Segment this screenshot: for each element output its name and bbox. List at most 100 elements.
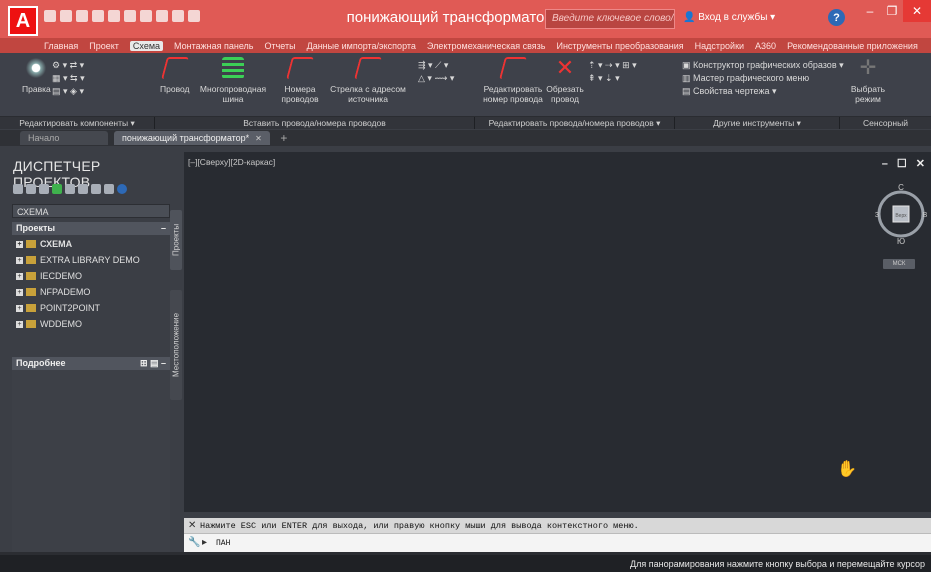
panel-other-tools[interactable]: Другие инструменты ▾: [675, 117, 840, 129]
expand-icon[interactable]: +: [16, 240, 23, 248]
new-icon[interactable]: [44, 10, 56, 22]
viewcube-face[interactable]: Верх: [895, 213, 907, 219]
icon-wizard-item[interactable]: ▥ Мастер графического меню: [682, 72, 844, 85]
wire-edit-tools-row1[interactable]: ⇡ ▾ ⇢ ▾ ⊞ ▾: [588, 59, 637, 72]
panel-edit-components[interactable]: Редактировать компоненты ▾: [0, 117, 155, 129]
tab-panel[interactable]: Монтажная панель: [174, 41, 253, 51]
signin-button[interactable]: 👤 Вход в службы ▾: [683, 12, 775, 23]
app-logo-icon[interactable]: A: [8, 6, 38, 36]
trim-wire-button[interactable]: ✕ Обрезать провод: [540, 57, 590, 105]
forward-icon[interactable]: [172, 10, 184, 22]
folder-icon: [26, 240, 36, 248]
select-mode-button[interactable]: ✛ Выбрать режим: [848, 57, 888, 104]
project-item[interactable]: + WDDEMO: [12, 316, 170, 332]
add-tab-icon[interactable]: +: [276, 131, 292, 145]
project-item[interactable]: + IECDEMO: [12, 268, 170, 284]
tab-conversion-tools[interactable]: Инструменты преобразования: [556, 41, 683, 51]
drawing-list-icon[interactable]: [78, 184, 88, 194]
tab-reports[interactable]: Отчеты: [265, 41, 296, 51]
insert-wire-tools: ⇶ ▾ ⟋ ▾ △ ▾ ⟿ ▾: [418, 59, 454, 85]
customize-command-icon[interactable]: 🔧: [188, 538, 200, 548]
select-mode-icon: ✛: [859, 57, 877, 79]
edit-icon: [25, 57, 48, 79]
expand-icon[interactable]: +: [16, 304, 23, 312]
details-tools[interactable]: ⊞ ▤ –: [140, 358, 166, 369]
tab-schematic[interactable]: Схема: [129, 40, 164, 51]
component-tools-row3[interactable]: ▤ ▾ ◈ ▾: [52, 85, 85, 98]
recent-commands-icon[interactable]: ▸: [202, 538, 212, 548]
tab-home[interactable]: Главная: [44, 41, 78, 51]
tab-featured-apps[interactable]: Рекомендованные приложения: [787, 41, 918, 51]
panel-touch[interactable]: Сенсорный: [840, 117, 931, 129]
minimize-button[interactable]: –: [859, 0, 881, 22]
projects-header[interactable]: Проекты –: [12, 222, 170, 235]
tab-start[interactable]: Начало: [20, 131, 108, 145]
insert-wire-tools-row1[interactable]: ⇶ ▾ ⟋ ▾: [418, 59, 454, 72]
tab-import-export[interactable]: Данные импорта/экспорта: [307, 41, 416, 51]
expand-icon[interactable]: +: [16, 256, 23, 264]
redo-icon[interactable]: [108, 10, 120, 22]
close-button[interactable]: ✕: [903, 0, 931, 22]
properties-icon[interactable]: [140, 10, 152, 22]
side-tab-location[interactable]: Местоположение: [170, 290, 182, 400]
project-item[interactable]: + СХЕМА: [12, 236, 170, 252]
viewport-controls[interactable]: – ☐ ✕: [882, 157, 928, 170]
new-project-icon[interactable]: [26, 184, 36, 194]
viewcube-west[interactable]: З: [875, 212, 879, 219]
project-item[interactable]: + POINT2POINT: [12, 300, 170, 316]
viewcube[interactable]: Верх С Ю З В: [874, 182, 928, 246]
tab-active-document[interactable]: понижающий трансформатор* ✕: [114, 131, 270, 145]
icon-builder-item[interactable]: ▣ Конструктор графических образов ▾: [682, 59, 844, 72]
project-tasks-icon[interactable]: [104, 184, 114, 194]
customize-icon[interactable]: [188, 10, 200, 22]
project-item[interactable]: + NFPADEMO: [12, 284, 170, 300]
edit-button[interactable]: Правка: [22, 57, 51, 94]
back-icon[interactable]: [156, 10, 168, 22]
viewcube-north[interactable]: С: [898, 183, 904, 192]
expand-icon[interactable]: +: [16, 320, 23, 328]
help-icon[interactable]: ?: [828, 9, 845, 26]
drawing-properties-item[interactable]: ▤ Свойства чертежа ▾: [682, 85, 844, 98]
tab-electromechanical[interactable]: Электромеханическая связь: [427, 41, 546, 51]
close-tab-icon[interactable]: ✕: [255, 134, 262, 143]
window-controls: – ❐ ✕: [859, 0, 931, 22]
viewcube-east[interactable]: В: [923, 212, 928, 219]
insert-wire-tools-row2[interactable]: △ ▾ ⟿ ▾: [418, 72, 454, 85]
publish-icon[interactable]: [91, 184, 101, 194]
project-item[interactable]: + EXTRA LIBRARY DEMO: [12, 252, 170, 268]
expand-icon[interactable]: +: [16, 272, 23, 280]
close-command-line-icon[interactable]: ✕: [188, 520, 196, 531]
tab-addins[interactable]: Надстройки: [695, 41, 744, 51]
ucs-menu[interactable]: МСК: [883, 259, 915, 269]
search-input[interactable]: Введите ключевое слово/фразу: [545, 9, 675, 29]
drawing-area[interactable]: [–][Сверху][2D-каркас] – ☐ ✕ Верх С Ю З …: [184, 152, 931, 512]
component-tools-row1[interactable]: ⚙ ▾ ⇄ ▾: [52, 59, 85, 72]
print-icon[interactable]: [124, 10, 136, 22]
panel-edit-wires[interactable]: Редактировать провода/номера проводов ▾: [475, 117, 675, 129]
edit-wire-number-button[interactable]: Редактировать номер провода: [478, 57, 548, 104]
project-dropdown[interactable]: СХЕМА: [12, 204, 170, 218]
side-tab-projects[interactable]: Проекты: [170, 210, 182, 270]
wire-edit-tools-row2[interactable]: ⇞ ▾ ⇣ ▾: [588, 72, 637, 85]
viewcube-south[interactable]: Ю: [897, 237, 905, 246]
pm-help-icon[interactable]: [117, 184, 127, 194]
refresh-icon[interactable]: [52, 184, 62, 194]
restore-button[interactable]: ❐: [881, 0, 903, 22]
tab-a360[interactable]: A360: [755, 41, 776, 51]
source-arrow-button[interactable]: Стрелка с адресом источника: [318, 57, 418, 104]
component-tools-row2[interactable]: ▦ ▾ ⇆ ▾: [52, 72, 85, 85]
save-icon[interactable]: [76, 10, 88, 22]
undo-icon[interactable]: [92, 10, 104, 22]
open-icon[interactable]: [60, 10, 72, 22]
open-project-icon[interactable]: [13, 184, 23, 194]
tab-project[interactable]: Проект: [89, 41, 119, 51]
details-header[interactable]: Подробнее ⊞ ▤ –: [12, 357, 170, 370]
new-drawing-icon[interactable]: [39, 184, 49, 194]
wire-button[interactable]: Провод: [160, 57, 189, 94]
expand-icon[interactable]: +: [16, 288, 23, 296]
command-input[interactable]: 🔧 ▸ ПАН: [184, 534, 931, 552]
project-properties-icon[interactable]: [65, 184, 75, 194]
viewport-label[interactable]: [–][Сверху][2D-каркас]: [188, 157, 275, 167]
multiwire-bus-button[interactable]: Многопроводная шина: [198, 57, 268, 104]
panel-insert-wires[interactable]: Вставить провода/номера проводов: [155, 117, 475, 129]
